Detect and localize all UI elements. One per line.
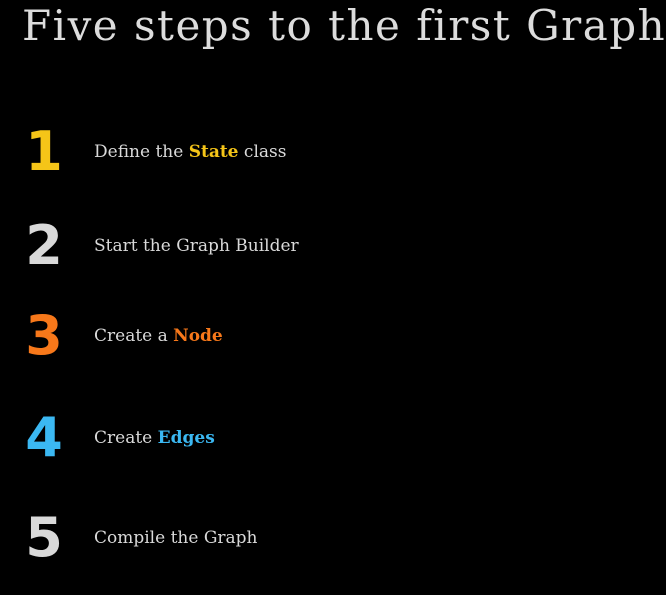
step-text-before: Compile the Graph bbox=[94, 528, 258, 548]
step-3: 3 Create a Node bbox=[0, 306, 666, 366]
step-5: 5 Compile the Graph bbox=[0, 508, 666, 568]
step-highlight: State bbox=[188, 142, 239, 162]
step-text-before: Create bbox=[94, 428, 158, 448]
step-1: 1 Define the State class bbox=[0, 122, 666, 182]
step-text-before: Start the Graph Builder bbox=[94, 236, 299, 256]
step-number: 4 bbox=[25, 406, 63, 469]
step-label: Start the Graph Builder bbox=[94, 216, 299, 276]
step-text-before: Define the bbox=[94, 142, 189, 162]
step-number: 2 bbox=[25, 214, 63, 277]
step-2: 2 Start the Graph Builder bbox=[0, 216, 666, 276]
page-title: Five steps to the first Graph bbox=[22, 1, 666, 50]
step-number: 5 bbox=[25, 506, 63, 569]
step-text-before: Create a bbox=[94, 326, 174, 346]
step-label: Compile the Graph bbox=[94, 508, 258, 568]
step-highlight: Edges bbox=[157, 428, 215, 448]
step-highlight: Node bbox=[173, 326, 223, 346]
step-label: Create a Node bbox=[94, 306, 223, 366]
step-4: 4 Create Edges bbox=[0, 408, 666, 468]
step-text-after: class bbox=[238, 142, 287, 162]
step-number: 1 bbox=[25, 120, 63, 183]
step-number: 3 bbox=[25, 304, 63, 367]
step-label: Create Edges bbox=[94, 408, 215, 468]
step-label: Define the State class bbox=[94, 122, 286, 182]
